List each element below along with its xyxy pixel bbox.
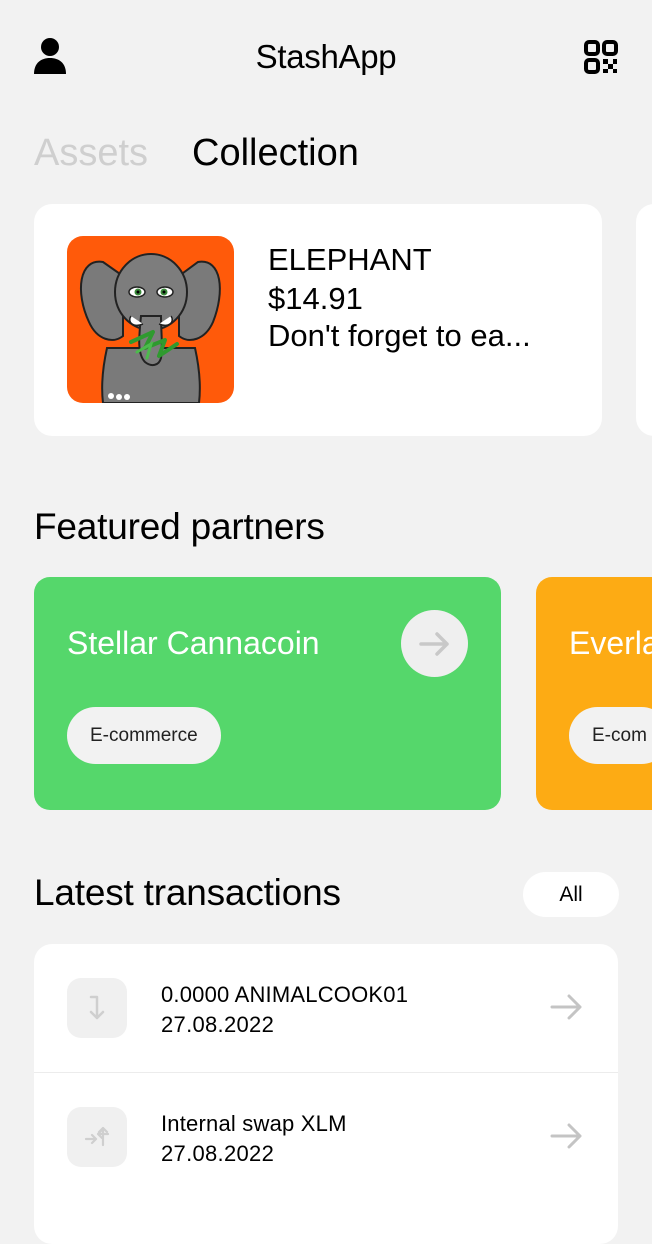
partner-name: Stellar Cannacoin — [67, 625, 320, 661]
latest-transactions-title: Latest transactions — [34, 872, 341, 913]
receive-icon — [67, 978, 127, 1038]
swap-icon — [67, 1107, 127, 1167]
collection-card[interactable]: ELEPHANT $14.91 Don't forget to ea... — [34, 204, 602, 436]
transaction-name: Internal swap XLM — [161, 1111, 347, 1136]
qr-code-icon — [584, 40, 618, 74]
partner-card-everla[interactable]: Everla E-com — [536, 577, 652, 810]
partner-category-tag: E-commerce — [67, 707, 221, 764]
transaction-name: 0.0000 ANIMALCOOK01 — [161, 982, 409, 1007]
elephant-nft-image — [67, 236, 234, 403]
transactions-list: 0.0000 ANIMALCOOK01 27.08.2022 Internal … — [34, 944, 618, 1244]
transaction-row[interactable]: Internal swap XLM 27.08.2022 — [34, 1073, 618, 1201]
qr-code-button[interactable] — [584, 40, 618, 74]
partner-name: Everla — [569, 625, 652, 661]
nft-description: Don't forget to ea... — [268, 318, 531, 353]
transaction-date: 27.08.2022 — [161, 1141, 275, 1166]
tab-assets[interactable]: Assets — [34, 132, 148, 175]
nft-price: $14.91 — [268, 281, 363, 316]
arrow-right-icon — [550, 1123, 582, 1149]
partner-card-stellar-cannacoin[interactable]: Stellar Cannacoin E-commerce — [34, 577, 501, 810]
transaction-date: 27.08.2022 — [161, 1012, 275, 1037]
tab-collection[interactable]: Collection — [192, 132, 359, 175]
collection-card-next[interactable] — [636, 204, 652, 436]
partner-open-button[interactable] — [401, 610, 468, 677]
app-title: StashApp — [255, 38, 397, 75]
nft-name: ELEPHANT — [268, 242, 432, 277]
featured-partners-title: Featured partners — [34, 506, 325, 547]
transaction-row[interactable]: 0.0000 ANIMALCOOK01 27.08.2022 — [34, 944, 618, 1072]
arrow-right-icon — [418, 631, 449, 656]
all-transactions-button[interactable]: All — [523, 872, 619, 917]
partner-category-tag: E-com — [569, 707, 652, 764]
arrow-right-icon — [550, 994, 582, 1020]
